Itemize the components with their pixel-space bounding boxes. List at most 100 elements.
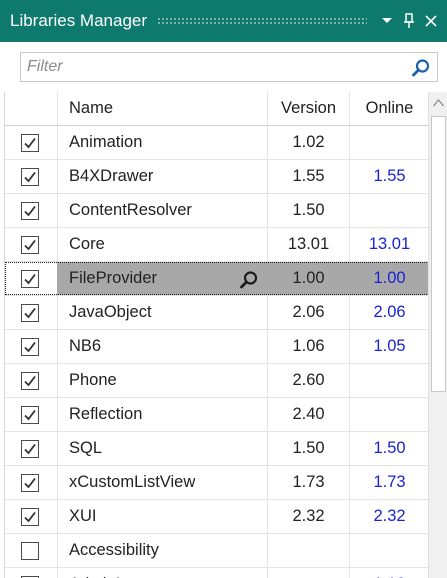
checkmark-icon bbox=[24, 307, 36, 319]
library-checkbox[interactable] bbox=[21, 270, 39, 288]
table-row[interactable]: Animation 1.02 bbox=[5, 126, 428, 160]
library-checkbox[interactable] bbox=[21, 372, 39, 390]
library-name: B4XDrawer bbox=[58, 160, 268, 193]
library-checkbox[interactable] bbox=[21, 236, 39, 254]
library-checkbox[interactable] bbox=[21, 134, 39, 152]
checkmark-icon bbox=[24, 511, 36, 523]
checkmark-icon bbox=[24, 273, 36, 285]
library-online-version: 1.10 bbox=[350, 568, 428, 578]
library-checkbox[interactable] bbox=[21, 542, 39, 560]
library-checkbox[interactable] bbox=[21, 304, 39, 322]
table-row[interactable]: FileProvider 1.00 1.00 bbox=[5, 262, 428, 296]
search-icon[interactable] bbox=[239, 269, 259, 289]
check-cell bbox=[5, 500, 58, 533]
checkmark-icon bbox=[24, 341, 36, 353]
check-cell bbox=[5, 296, 58, 329]
library-name: Animation bbox=[58, 126, 268, 159]
library-online-version: 1.73 bbox=[373, 473, 406, 491]
check-cell bbox=[5, 432, 58, 465]
search-icon[interactable] bbox=[411, 58, 431, 78]
table-row[interactable]: XUI 2.32 2.32 bbox=[5, 500, 428, 534]
check-cell bbox=[5, 466, 58, 499]
check-cell bbox=[5, 398, 58, 431]
library-checkbox[interactable] bbox=[21, 474, 39, 492]
library-version: 2.32 bbox=[268, 500, 350, 533]
library-name: NB6 bbox=[58, 330, 268, 363]
library-online-version: 2.06 bbox=[373, 303, 406, 321]
table-row[interactable]: Accessibility bbox=[5, 534, 428, 568]
table-row[interactable]: xCustomListView 1.73 1.73 bbox=[5, 466, 428, 500]
table-row[interactable]: Phone 2.60 bbox=[5, 364, 428, 398]
checkmark-icon bbox=[24, 443, 36, 455]
check-cell bbox=[5, 126, 58, 159]
library-name: FileProvider bbox=[58, 262, 268, 295]
check-cell bbox=[5, 194, 58, 227]
check-cell bbox=[5, 262, 58, 295]
check-cell bbox=[5, 330, 58, 363]
library-name: Phone bbox=[58, 364, 268, 397]
library-name: Reflection bbox=[58, 398, 268, 431]
library-online-version: 1.05 bbox=[373, 337, 406, 355]
table-row[interactable]: ContentResolver 1.50 bbox=[5, 194, 428, 228]
library-online-version: 1.50 bbox=[373, 439, 406, 457]
library-online-version: 1.00 bbox=[373, 269, 406, 287]
header-name[interactable]: Name bbox=[58, 92, 268, 125]
checkmark-icon bbox=[24, 171, 36, 183]
header-online[interactable]: Online bbox=[350, 92, 428, 125]
close-icon[interactable] bbox=[421, 15, 441, 27]
scroll-up-arrow-icon[interactable] bbox=[432, 96, 445, 108]
header-version[interactable]: Version bbox=[268, 92, 350, 125]
library-version: 13.01 bbox=[268, 228, 350, 261]
table-row[interactable]: Reflection 2.40 bbox=[5, 398, 428, 432]
library-version: 2.06 bbox=[268, 296, 350, 329]
check-cell bbox=[5, 160, 58, 193]
library-checkbox[interactable] bbox=[21, 440, 39, 458]
library-version bbox=[268, 534, 350, 567]
library-version: 1.02 bbox=[268, 126, 350, 159]
table-row[interactable]: SQL 1.50 1.50 bbox=[5, 432, 428, 466]
library-name: AdminIstrat... bbox=[58, 568, 268, 578]
scroll-thumb[interactable] bbox=[431, 116, 446, 392]
pin-icon[interactable] bbox=[399, 13, 419, 29]
check-cell bbox=[5, 534, 58, 567]
check-cell bbox=[5, 364, 58, 397]
library-name: Core bbox=[58, 228, 268, 261]
library-checkbox[interactable] bbox=[21, 338, 39, 356]
filter-bar bbox=[0, 42, 447, 90]
table-row[interactable]: NB6 1.06 1.05 bbox=[5, 330, 428, 364]
library-online-version bbox=[350, 364, 428, 397]
library-checkbox[interactable] bbox=[21, 168, 39, 186]
library-checkbox[interactable] bbox=[21, 202, 39, 220]
table-row[interactable]: B4XDrawer 1.55 1.55 bbox=[5, 160, 428, 194]
filter-input[interactable] bbox=[27, 56, 407, 78]
library-checkbox[interactable] bbox=[21, 508, 39, 526]
checkmark-icon bbox=[24, 137, 36, 149]
drag-grip[interactable] bbox=[157, 17, 367, 25]
header-check-column[interactable] bbox=[5, 92, 58, 125]
dropdown-icon[interactable] bbox=[377, 17, 397, 25]
checkmark-icon bbox=[24, 205, 36, 217]
title-bar: Libraries Manager bbox=[0, 0, 447, 42]
check-cell bbox=[5, 228, 58, 261]
library-version: 2.40 bbox=[268, 398, 350, 431]
library-version: 1.00 bbox=[268, 262, 350, 295]
table-header: Name Version Online bbox=[5, 92, 428, 126]
checkmark-icon bbox=[24, 409, 36, 421]
library-name: XUI bbox=[58, 500, 268, 533]
library-name: ContentResolver bbox=[58, 194, 268, 227]
checkmark-icon bbox=[24, 239, 36, 251]
library-version: 1.06 bbox=[268, 330, 350, 363]
library-checkbox[interactable] bbox=[21, 406, 39, 424]
library-version: 1.73 bbox=[268, 466, 350, 499]
table-row[interactable]: AdminIstrat... 1.10 bbox=[5, 568, 428, 578]
library-online-version: 13.01 bbox=[368, 235, 411, 253]
libraries-table: Name Version Online Animation 1.02 B4XDraw… bbox=[4, 92, 428, 578]
check-cell bbox=[5, 568, 58, 578]
library-name: xCustomListView bbox=[58, 466, 268, 499]
library-online-version bbox=[350, 194, 428, 227]
library-online-version: 1.55 bbox=[373, 167, 406, 185]
vertical-scrollbar[interactable] bbox=[428, 92, 447, 578]
library-name: SQL bbox=[58, 432, 268, 465]
table-row[interactable]: Core 13.01 13.01 bbox=[5, 228, 428, 262]
table-row[interactable]: JavaObject 2.06 2.06 bbox=[5, 296, 428, 330]
